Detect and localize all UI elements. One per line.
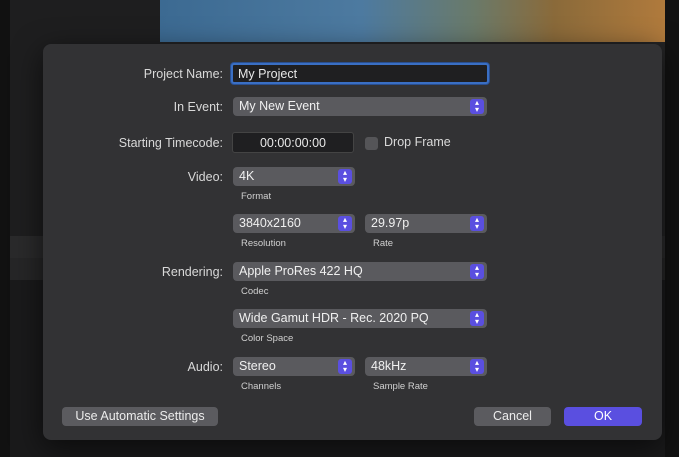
window-edge-right [665,0,679,457]
codec-caption: Codec [241,286,269,297]
in-event-popup[interactable]: My New Event ▴ ▾ [233,97,487,116]
resolution-caption: Resolution [241,238,286,249]
rate-caption: Rate [373,238,394,249]
updown-arrows-icon: ▴ ▾ [470,264,484,279]
updown-arrows-icon: ▴ ▾ [470,216,484,231]
rate-popup[interactable]: 29.97p ▴ ▾ [365,214,487,233]
in-event-value: My New Event [239,99,320,113]
color-space-value: Wide Gamut HDR - Rec. 2020 PQ [239,311,429,325]
resolution-value: 3840x2160 [239,216,301,230]
codec-popup[interactable]: Apple ProRes 422 HQ ▴ ▾ [233,262,487,281]
updown-arrows-icon: ▴ ▾ [338,359,352,374]
cancel-button[interactable]: Cancel [474,407,551,426]
format-caption: Format [241,191,272,202]
color-space-caption: Color Space [241,333,294,344]
format-value: 4K [239,169,255,183]
sample-rate-value: 48kHz [371,359,407,373]
starting-timecode-label: Starting Timecode: [118,136,223,150]
project-name-label: Project Name: [143,67,223,81]
project-name-field[interactable]: My Project [231,63,489,84]
drop-frame-checkbox[interactable] [365,137,378,150]
updown-arrows-icon: ▴ ▾ [470,359,484,374]
codec-value: Apple ProRes 422 HQ [239,264,363,278]
updown-arrows-icon: ▴ ▾ [338,169,352,184]
updown-arrows-icon: ▴ ▾ [470,99,484,114]
use-automatic-settings-button[interactable]: Use Automatic Settings [62,407,218,426]
viewer-preview [160,0,665,42]
updown-arrows-icon: ▴ ▾ [338,216,352,231]
video-label: Video: [187,170,223,184]
starting-timecode-field[interactable]: 00:00:00:00 [232,132,354,153]
in-event-label: In Event: [173,100,223,114]
audio-label: Audio: [187,360,223,374]
channels-caption: Channels [241,381,282,392]
color-space-popup[interactable]: Wide Gamut HDR - Rec. 2020 PQ ▴ ▾ [233,309,487,328]
rate-value: 29.97p [371,216,410,230]
channels-value: Stereo [239,359,276,373]
new-project-dialog: Project Name: My Project In Event: My Ne… [43,44,662,440]
window-edge-left [0,0,10,457]
channels-popup[interactable]: Stereo ▴ ▾ [233,357,355,376]
resolution-popup[interactable]: 3840x2160 ▴ ▾ [233,214,355,233]
updown-arrows-icon: ▴ ▾ [470,311,484,326]
rendering-label: Rendering: [161,265,223,279]
sample-rate-popup[interactable]: 48kHz ▴ ▾ [365,357,487,376]
drop-frame-label: Drop Frame [384,135,451,149]
ok-button[interactable]: OK [564,407,642,426]
format-popup[interactable]: 4K ▴ ▾ [233,167,355,186]
sample-rate-caption: Sample Rate [373,381,428,392]
